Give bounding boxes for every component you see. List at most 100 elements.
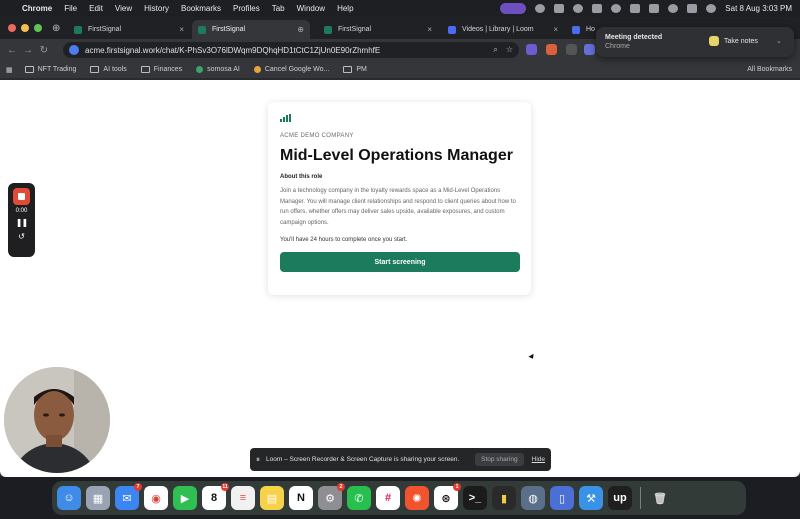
menu-file[interactable]: File	[64, 4, 77, 13]
dock-chrome-icon[interactable]: ◉	[144, 486, 168, 510]
signal-logo-icon	[280, 114, 291, 122]
menu-profiles[interactable]: Profiles	[233, 4, 260, 13]
close-tab-icon[interactable]: ×	[553, 25, 558, 34]
close-tab-icon[interactable]: ×	[427, 25, 432, 34]
dock-launchpad-icon[interactable]: ▦	[86, 486, 110, 510]
meeting-title: Meeting detected	[605, 34, 663, 41]
dock-reminders-icon[interactable]: ≡	[231, 486, 255, 510]
menu-history[interactable]: History	[144, 4, 169, 13]
tab-firstsignal-active[interactable]: FirstSignal ⊕	[192, 20, 310, 39]
dock-finder-icon[interactable]: ☺	[57, 486, 81, 510]
menu-edit[interactable]: Edit	[89, 4, 103, 13]
close-window-button[interactable]	[8, 24, 16, 32]
close-tab-icon[interactable]: ×	[179, 25, 184, 34]
spotlight-icon[interactable]	[668, 4, 679, 13]
dock-database-icon[interactable]: ◍	[521, 486, 545, 510]
stop-sharing-button[interactable]: Stop sharing	[475, 453, 524, 466]
bookmark-label: PM	[356, 66, 367, 73]
siri-icon[interactable]	[706, 4, 717, 13]
menu-bookmarks[interactable]: Bookmarks	[181, 4, 221, 13]
role-title: Mid-Level Operations Manager	[280, 147, 513, 164]
stop-recording-button[interactable]	[13, 188, 30, 205]
dock-facetime-icon[interactable]: ▶	[173, 486, 197, 510]
back-arrow-icon[interactable]: ←	[4, 45, 20, 56]
dock-spark-icon[interactable]: ✺	[405, 486, 429, 510]
apps-grid-icon[interactable]: ▦	[6, 66, 13, 74]
loom-status-icon[interactable]	[535, 4, 546, 13]
sharing-message: Loom – Screen Recorder & Screen Capture …	[266, 456, 460, 463]
pause-icon[interactable]: ❚❚	[16, 218, 28, 227]
minimize-window-button[interactable]	[21, 24, 29, 32]
all-bookmarks[interactable]: All Bookmarks	[743, 66, 792, 73]
dock-settings-icon[interactable]: ⚙ 2	[318, 483, 345, 510]
wifi-icon[interactable]	[649, 4, 660, 13]
dock-xcode-icon[interactable]: ⚒	[579, 486, 603, 510]
extension-icon[interactable]	[584, 44, 595, 55]
address-bar[interactable]: acme.firstsignal.work/chat/K-PhSv3O76lDW…	[63, 42, 519, 58]
site-info-icon[interactable]	[69, 45, 79, 55]
dock-chatgpt-icon[interactable]: ⊛ 1	[434, 483, 461, 510]
battery-icon[interactable]	[630, 4, 641, 13]
menu-chrome[interactable]: Chrome	[22, 4, 52, 13]
tab-loom-library[interactable]: Videos | Library | Loom ×	[442, 20, 564, 39]
reload-icon[interactable]: ↻	[36, 45, 52, 56]
zoom-icon[interactable]: ⌕	[493, 45, 497, 55]
bookmark-finances[interactable]: Finances	[140, 66, 182, 73]
macos-menu-bar: Chrome File Edit View History Bookmarks …	[0, 0, 800, 17]
dock-upwork-icon[interactable]: up	[608, 486, 632, 510]
tab-title: FirstSignal	[212, 26, 246, 33]
tab-group-icon[interactable]: ⊕	[52, 23, 60, 34]
focus-icon[interactable]	[611, 4, 622, 13]
bookmark-cancel-google[interactable]: Cancel Google Wo...	[253, 66, 329, 73]
extension-icon[interactable]	[526, 44, 537, 55]
menu-tab[interactable]: Tab	[272, 4, 285, 13]
dock-activity-monitor-icon[interactable]: ▮	[492, 486, 516, 510]
drag-handle-icon[interactable]: ⏸	[256, 455, 260, 465]
take-notes-button[interactable]: Take notes	[709, 36, 758, 46]
dock-slack-icon[interactable]: #	[376, 486, 400, 510]
bookmark-nft-trading[interactable]: NFT Trading	[24, 66, 76, 73]
address-bar-url[interactable]: acme.firstsignal.work/chat/K-PhSv3O76lDW…	[85, 46, 380, 55]
zoom-window-button[interactable]	[34, 24, 42, 32]
dock-notion-icon[interactable]: N	[289, 486, 313, 510]
dock-whatsapp-icon[interactable]: ✆	[347, 486, 371, 510]
control-center-icon[interactable]	[687, 4, 698, 13]
dock-preview-icon[interactable]: ▯	[550, 486, 574, 510]
bookmark-pm[interactable]: PM	[343, 66, 367, 73]
bookmark-somosa-ai[interactable]: somosa AI	[196, 66, 240, 73]
role-description: Join a technology company in the loyalty…	[280, 188, 516, 226]
tab-title: FirstSignal	[338, 26, 372, 33]
tab-firstsignal-3[interactable]: FirstSignal ×	[318, 20, 438, 39]
dock-notes-icon[interactable]: ▤	[260, 486, 284, 510]
menubar-app-icon[interactable]	[573, 4, 584, 13]
calendar-day: 8	[210, 492, 218, 504]
bookmark-star-icon[interactable]: ☆	[506, 45, 513, 55]
tab-firstsignal-1[interactable]: FirstSignal ×	[68, 20, 190, 39]
bookmark-ai-tools[interactable]: AI tools	[90, 66, 127, 73]
company-name: ACME DEMO COMPANY	[280, 133, 354, 139]
dock-mail-icon[interactable]: ✉ 7	[115, 483, 142, 510]
folder-icon	[90, 66, 100, 73]
forward-arrow-icon[interactable]: →	[20, 45, 36, 56]
menubar-clock[interactable]: Sat 8 Aug 3:03 PM	[725, 4, 792, 13]
menubar-app-icon[interactable]	[554, 4, 565, 13]
restart-icon[interactable]: ↺	[18, 232, 25, 241]
dock-trash-icon[interactable]: 🗑	[648, 486, 672, 510]
extension-icon[interactable]	[566, 44, 577, 55]
bookmarks-bar: ▦ NFT Trading AI tools Finances somosa A…	[0, 61, 800, 79]
webcam-bubble[interactable]	[4, 367, 110, 473]
bluetooth-icon[interactable]	[592, 4, 603, 13]
screen-recording-status-icon[interactable]	[500, 3, 527, 14]
menu-view[interactable]: View	[115, 4, 132, 13]
menu-window[interactable]: Window	[297, 4, 325, 13]
recording-timer: 0:00	[15, 208, 28, 214]
dock-calendar-icon[interactable]: 8 11	[202, 483, 229, 510]
chevron-down-icon[interactable]: ⌄	[776, 37, 782, 45]
dock-terminal-icon[interactable]: >_	[463, 486, 487, 510]
tab-ho[interactable]: Ho	[566, 20, 596, 39]
menu-help[interactable]: Help	[337, 4, 353, 13]
close-tab-icon[interactable]: ⊕	[297, 25, 304, 34]
hide-button[interactable]: Hide	[532, 456, 545, 463]
extension-icon[interactable]	[546, 44, 557, 55]
start-screening-button[interactable]: Start screening	[280, 252, 520, 272]
